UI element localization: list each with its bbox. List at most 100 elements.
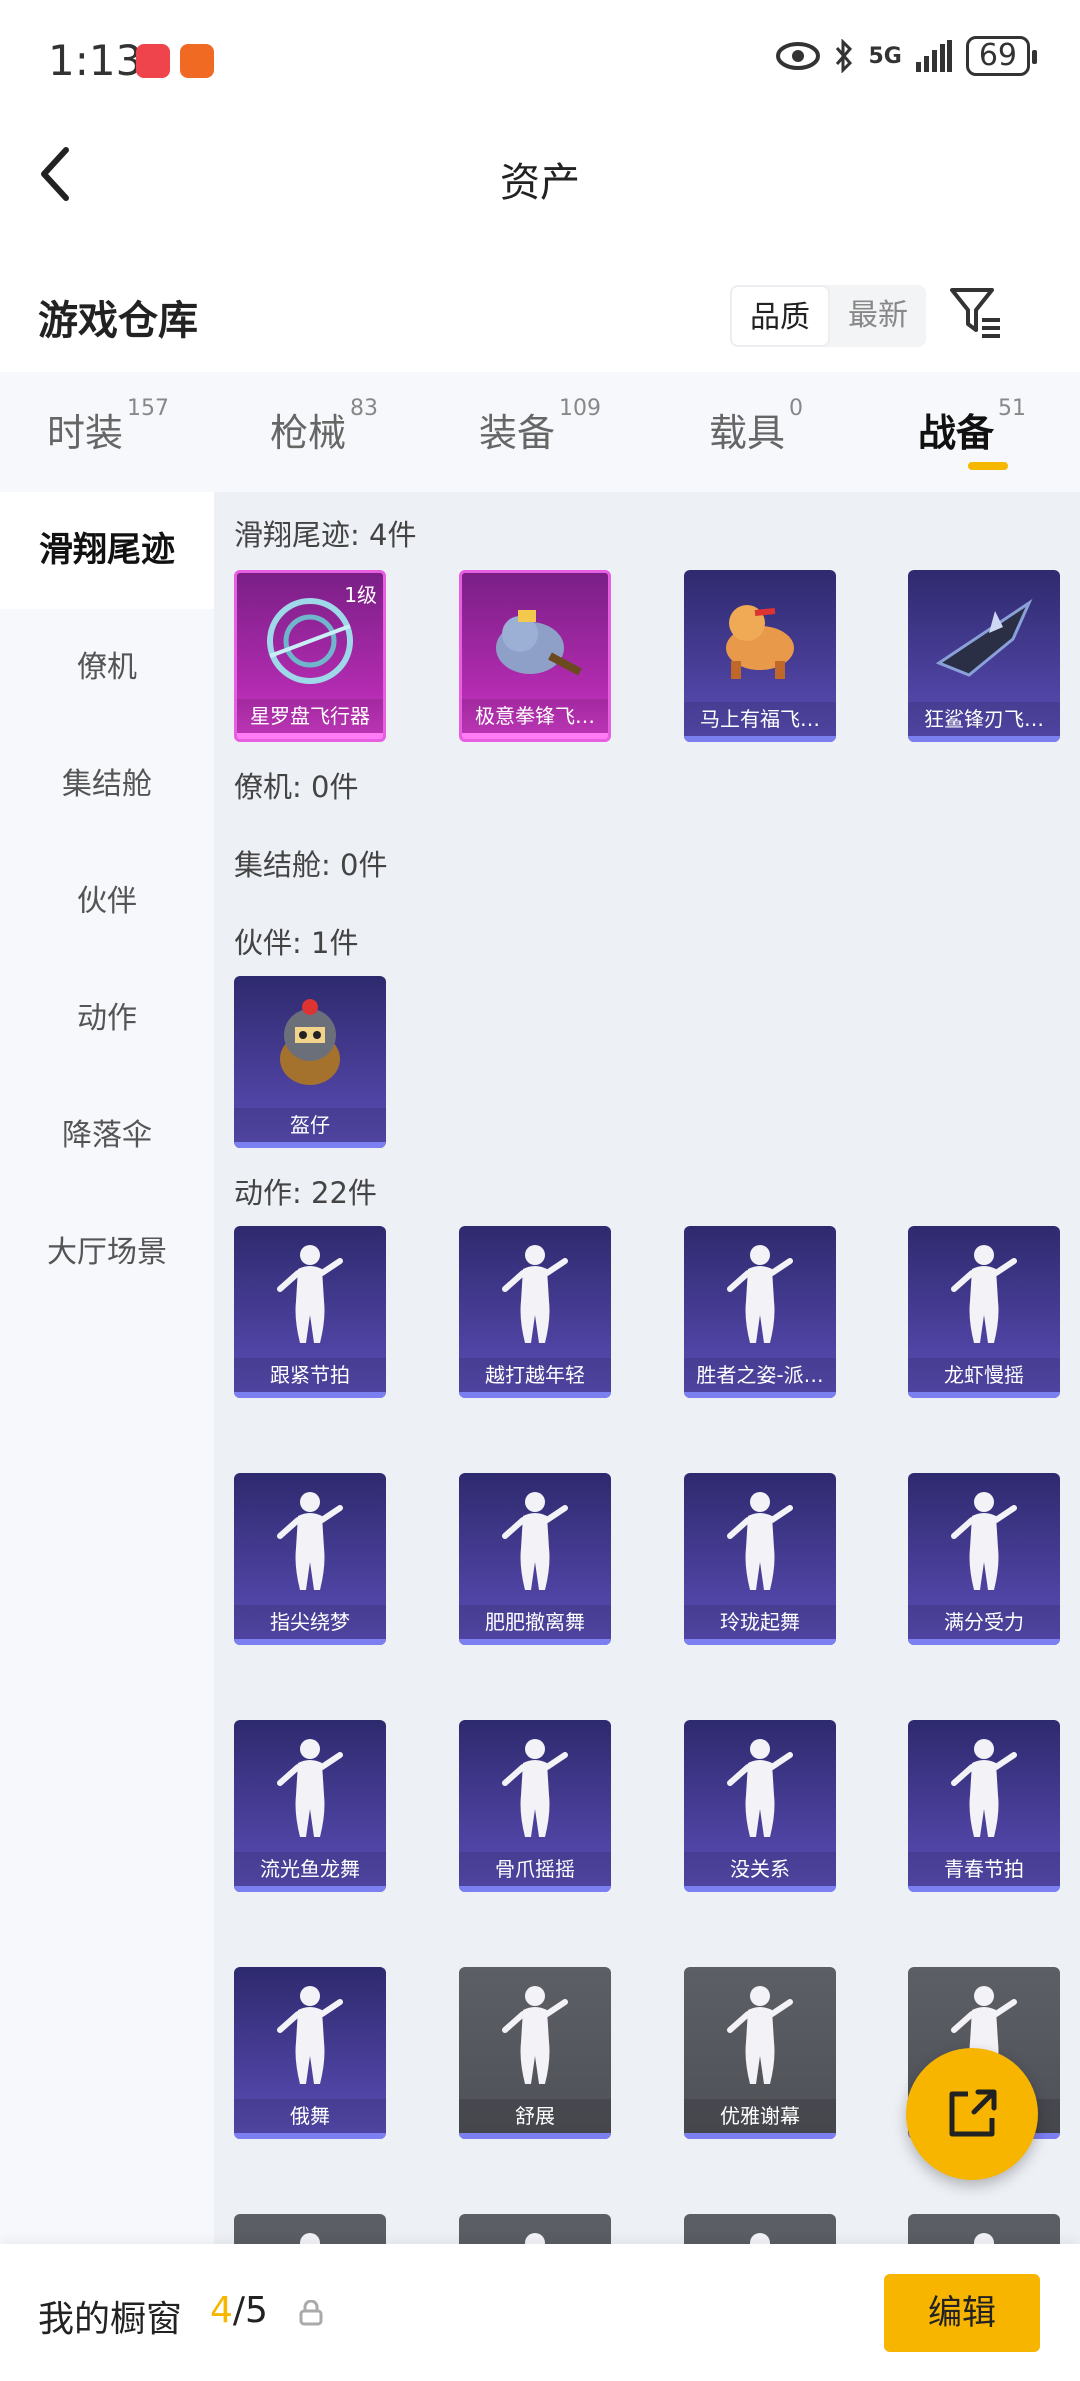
external-link-icon bbox=[949, 2089, 997, 2137]
rarity-bar bbox=[908, 1886, 1060, 1892]
item-card[interactable]: 肥肥撤离舞 bbox=[459, 1473, 611, 1645]
dancer-silhouette-icon bbox=[234, 1226, 386, 1362]
dancer-silhouette-icon bbox=[684, 1720, 836, 1856]
item-card[interactable]: 极意拳锋飞… bbox=[459, 570, 611, 742]
page-title: 资产 bbox=[500, 160, 580, 206]
status-time: 1:13 bbox=[48, 36, 143, 85]
rarity-bar bbox=[684, 2133, 836, 2139]
item-card[interactable]: 舒展 bbox=[459, 1967, 611, 2139]
item-name: 肥肥撤离舞 bbox=[459, 1605, 611, 1639]
sidebar-item-wingman[interactable]: 僚机 bbox=[0, 609, 214, 726]
item-level: 1级 bbox=[344, 583, 377, 607]
item-card[interactable]: 龙虾慢摇 bbox=[908, 1226, 1060, 1398]
item-card[interactable]: 流光鱼龙舞 bbox=[234, 1720, 386, 1892]
sidebar-item-rally-pod[interactable]: 集结舱 bbox=[0, 726, 214, 843]
item-card[interactable]: 1级 星罗盘飞行器 bbox=[234, 570, 386, 742]
dancer-silhouette-icon bbox=[684, 1226, 836, 1362]
item-name: 流光鱼龙舞 bbox=[234, 1852, 386, 1886]
item-card[interactable]: 盔仔 bbox=[234, 976, 386, 1148]
item-card[interactable]: 胜者之姿-派… bbox=[684, 1226, 836, 1398]
sidebar-item-emote[interactable]: 动作 bbox=[0, 960, 214, 1077]
item-card[interactable]: 青春节拍 bbox=[908, 1720, 1060, 1892]
dancer-silhouette-icon bbox=[684, 2214, 836, 2244]
item-card[interactable] bbox=[459, 2214, 611, 2244]
sidebar-item-partner[interactable]: 伙伴 bbox=[0, 843, 214, 960]
item-name: 青春节拍 bbox=[908, 1852, 1060, 1886]
item-name: 指尖绕梦 bbox=[234, 1605, 386, 1639]
status-icons: 5G 69 bbox=[776, 36, 1038, 76]
tab-count: 51 bbox=[998, 396, 1026, 421]
tab-count: 157 bbox=[127, 396, 169, 421]
rarity-bar bbox=[908, 736, 1060, 742]
edit-button[interactable]: 编辑 bbox=[884, 2274, 1040, 2352]
tab-label: 战备 bbox=[917, 411, 994, 455]
lock-icon bbox=[299, 2300, 323, 2326]
sidebar-item-lobby-scene[interactable]: 大厅场景 bbox=[0, 1194, 214, 1311]
item-card[interactable] bbox=[684, 2214, 836, 2244]
item-card[interactable]: 越打越年轻 bbox=[459, 1226, 611, 1398]
item-card[interactable]: 马上有福飞… bbox=[684, 570, 836, 742]
showcase-bar: 我的橱窗 4/5 编辑 bbox=[0, 2244, 1080, 2381]
item-card[interactable]: 骨爪摇摇 bbox=[459, 1720, 611, 1892]
dancer-silhouette-icon bbox=[459, 1226, 611, 1362]
delivery-app-icon bbox=[180, 44, 214, 78]
rarity-bar bbox=[684, 1392, 836, 1398]
bluetooth-icon bbox=[836, 39, 853, 73]
item-card[interactable] bbox=[234, 2214, 386, 2244]
item-name: 胜者之姿-派… bbox=[684, 1358, 836, 1392]
header: 资产 bbox=[0, 120, 1080, 230]
showcase-count: 4/5 bbox=[210, 2290, 268, 2331]
tab-count: 109 bbox=[559, 396, 601, 421]
tab-equipment[interactable]: 装备109 bbox=[432, 372, 648, 492]
tab-combat-prep[interactable]: 战备51 bbox=[864, 372, 1080, 492]
item-card[interactable]: 优雅谢幕 bbox=[684, 1967, 836, 2139]
rarity-bar bbox=[459, 2133, 611, 2139]
item-image bbox=[684, 570, 836, 706]
tab-vehicles[interactable]: 载具0 bbox=[648, 372, 864, 492]
dancer-silhouette-icon bbox=[684, 1967, 836, 2103]
rarity-bar bbox=[684, 1886, 836, 1892]
dancer-silhouette-icon bbox=[459, 1967, 611, 2103]
sidebar: 滑翔尾迹 僚机 集结舱 伙伴 动作 降落伞 大厅场景 bbox=[0, 492, 214, 2244]
item-card[interactable]: 指尖绕梦 bbox=[234, 1473, 386, 1645]
dancer-silhouette-icon bbox=[234, 1473, 386, 1609]
rarity-bar bbox=[459, 1639, 611, 1645]
share-button[interactable] bbox=[906, 2048, 1038, 2180]
dancer-silhouette-icon bbox=[908, 1473, 1060, 1609]
sidebar-item-glide-trail[interactable]: 滑翔尾迹 bbox=[0, 492, 214, 609]
item-card[interactable]: 狂鲨锋刃飞… bbox=[908, 570, 1060, 742]
dancer-silhouette-icon bbox=[459, 1473, 611, 1609]
network-label: 5G bbox=[868, 43, 902, 69]
sort-quality-button[interactable]: 品质 bbox=[730, 285, 830, 347]
rarity-bar bbox=[908, 1392, 1060, 1398]
item-card[interactable]: 没关系 bbox=[684, 1720, 836, 1892]
filter-icon[interactable] bbox=[948, 284, 1004, 340]
tab-guns[interactable]: 枪械83 bbox=[216, 372, 432, 492]
sidebar-item-parachute[interactable]: 降落伞 bbox=[0, 1077, 214, 1194]
rarity-bar bbox=[462, 733, 608, 739]
rarity-bar bbox=[459, 1392, 611, 1398]
item-card[interactable]: 跟紧节拍 bbox=[234, 1226, 386, 1398]
sort-newest-button[interactable]: 最新 bbox=[830, 285, 926, 347]
dancer-silhouette-icon bbox=[234, 1967, 386, 2103]
rarity-bar bbox=[684, 1639, 836, 1645]
showcase-total: /5 bbox=[232, 2290, 268, 2331]
dancer-silhouette-icon bbox=[684, 1473, 836, 1609]
tab-label: 装备 bbox=[478, 411, 555, 455]
tab-label: 时装 bbox=[46, 411, 123, 455]
item-name: 玲珑起舞 bbox=[684, 1605, 836, 1639]
dancer-silhouette-icon bbox=[908, 1720, 1060, 1856]
item-name: 跟紧节拍 bbox=[234, 1358, 386, 1392]
eye-icon bbox=[776, 42, 821, 70]
item-card[interactable] bbox=[908, 2214, 1060, 2244]
item-card[interactable]: 玲珑起舞 bbox=[684, 1473, 836, 1645]
item-card[interactable]: 满分受力 bbox=[908, 1473, 1060, 1645]
dancer-silhouette-icon bbox=[908, 2214, 1060, 2244]
tab-count: 83 bbox=[350, 396, 378, 421]
item-card[interactable]: 俄舞 bbox=[234, 1967, 386, 2139]
item-name: 俄舞 bbox=[234, 2099, 386, 2133]
tab-fashion[interactable]: 时装157 bbox=[0, 372, 216, 492]
warehouse-row: 游戏仓库 品质 最新 bbox=[0, 260, 1080, 370]
item-image bbox=[234, 976, 386, 1112]
item-grid-area: 滑翔尾迹: 4件 1级 星罗盘飞行器 极意拳锋飞… 马上有福飞… 狂鲨锋刃飞… … bbox=[214, 492, 1080, 2244]
